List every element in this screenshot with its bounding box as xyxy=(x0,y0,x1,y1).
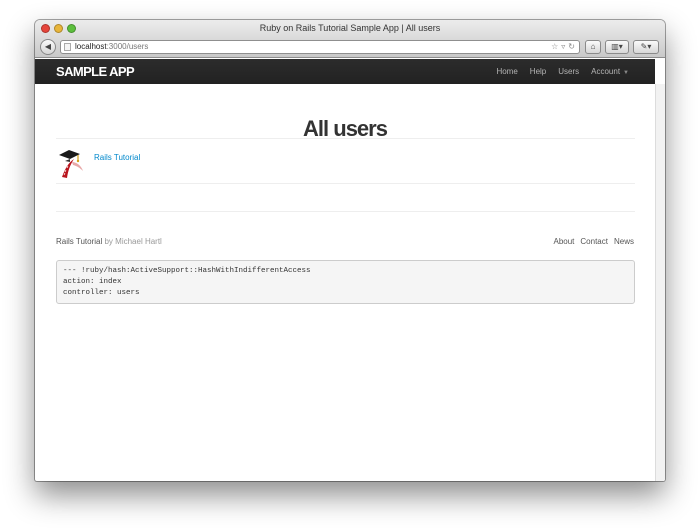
dropdown-triangle-icon[interactable]: ▿ xyxy=(561,41,565,53)
nav-account-dropdown[interactable]: Account ▼ xyxy=(591,67,629,76)
url-host: localhost xyxy=(75,42,107,51)
caret-down-icon: ▼ xyxy=(623,70,629,76)
user-name-link[interactable]: Rails Tutorial xyxy=(94,153,140,162)
home-button[interactable]: ⌂ xyxy=(585,40,601,54)
nav-links: Home Help Users Account ▼ xyxy=(496,67,629,76)
back-button[interactable]: ◀ xyxy=(40,39,56,55)
footer-about-link[interactable]: About xyxy=(554,237,575,246)
divider xyxy=(56,183,635,184)
window-title: Ruby on Rails Tutorial Sample App | All … xyxy=(259,23,441,33)
nav-users-link[interactable]: Users xyxy=(558,67,579,76)
footer-nav: About Contact News xyxy=(554,237,635,246)
nav-home-link[interactable]: Home xyxy=(496,67,517,76)
tools-icon: ✎▾ xyxy=(640,42,652,51)
footer-byline: by Michael Hartl xyxy=(104,237,162,246)
tools-menu-button[interactable]: ✎▾ xyxy=(633,40,659,54)
url-path: :3000/users xyxy=(106,42,149,51)
debug-params-box: --- !ruby/hash:ActiveSupport::HashWithIn… xyxy=(56,260,635,304)
footer-news-link[interactable]: News xyxy=(614,237,634,246)
address-bar[interactable]: localhost:3000/users ☆ ▿ ↻ xyxy=(60,40,580,54)
rails-logo-gravatar-icon xyxy=(59,150,83,178)
back-arrow-icon: ◀ xyxy=(44,42,52,51)
footer-brand-link[interactable]: Rails Tutorial xyxy=(56,237,102,246)
sidebar-toggle-button[interactable]: ▥▾ xyxy=(605,40,629,54)
browser-window: Ruby on Rails Tutorial Sample App | All … xyxy=(35,20,665,481)
debug-line: controller: users xyxy=(63,289,140,297)
browser-titlebar: Ruby on Rails Tutorial Sample App | All … xyxy=(35,20,665,58)
debug-line: --- !ruby/hash:ActiveSupport::HashWithIn… xyxy=(63,267,311,275)
footer-divider xyxy=(56,211,635,212)
user-list-item: Rails Tutorial xyxy=(56,147,635,183)
nav-help-link[interactable]: Help xyxy=(530,67,546,76)
sidebar-icon: ▥▾ xyxy=(611,42,623,51)
bookmark-star-icon[interactable]: ☆ xyxy=(551,41,558,53)
page-icon xyxy=(64,43,71,51)
divider xyxy=(56,138,635,139)
footer-credits: Rails Tutorial by Michael Hartl xyxy=(56,237,162,246)
nav-account-label: Account xyxy=(591,67,621,76)
home-icon: ⌂ xyxy=(590,42,596,51)
reload-icon[interactable]: ↻ xyxy=(568,41,575,53)
scroll-gutter xyxy=(655,84,665,481)
site-logo[interactable]: sample app xyxy=(56,64,135,79)
footer-contact-link[interactable]: Contact xyxy=(580,237,608,246)
debug-line: action: index xyxy=(63,278,122,286)
site-navbar: sample app Home Help Users Account ▼ xyxy=(35,59,655,84)
